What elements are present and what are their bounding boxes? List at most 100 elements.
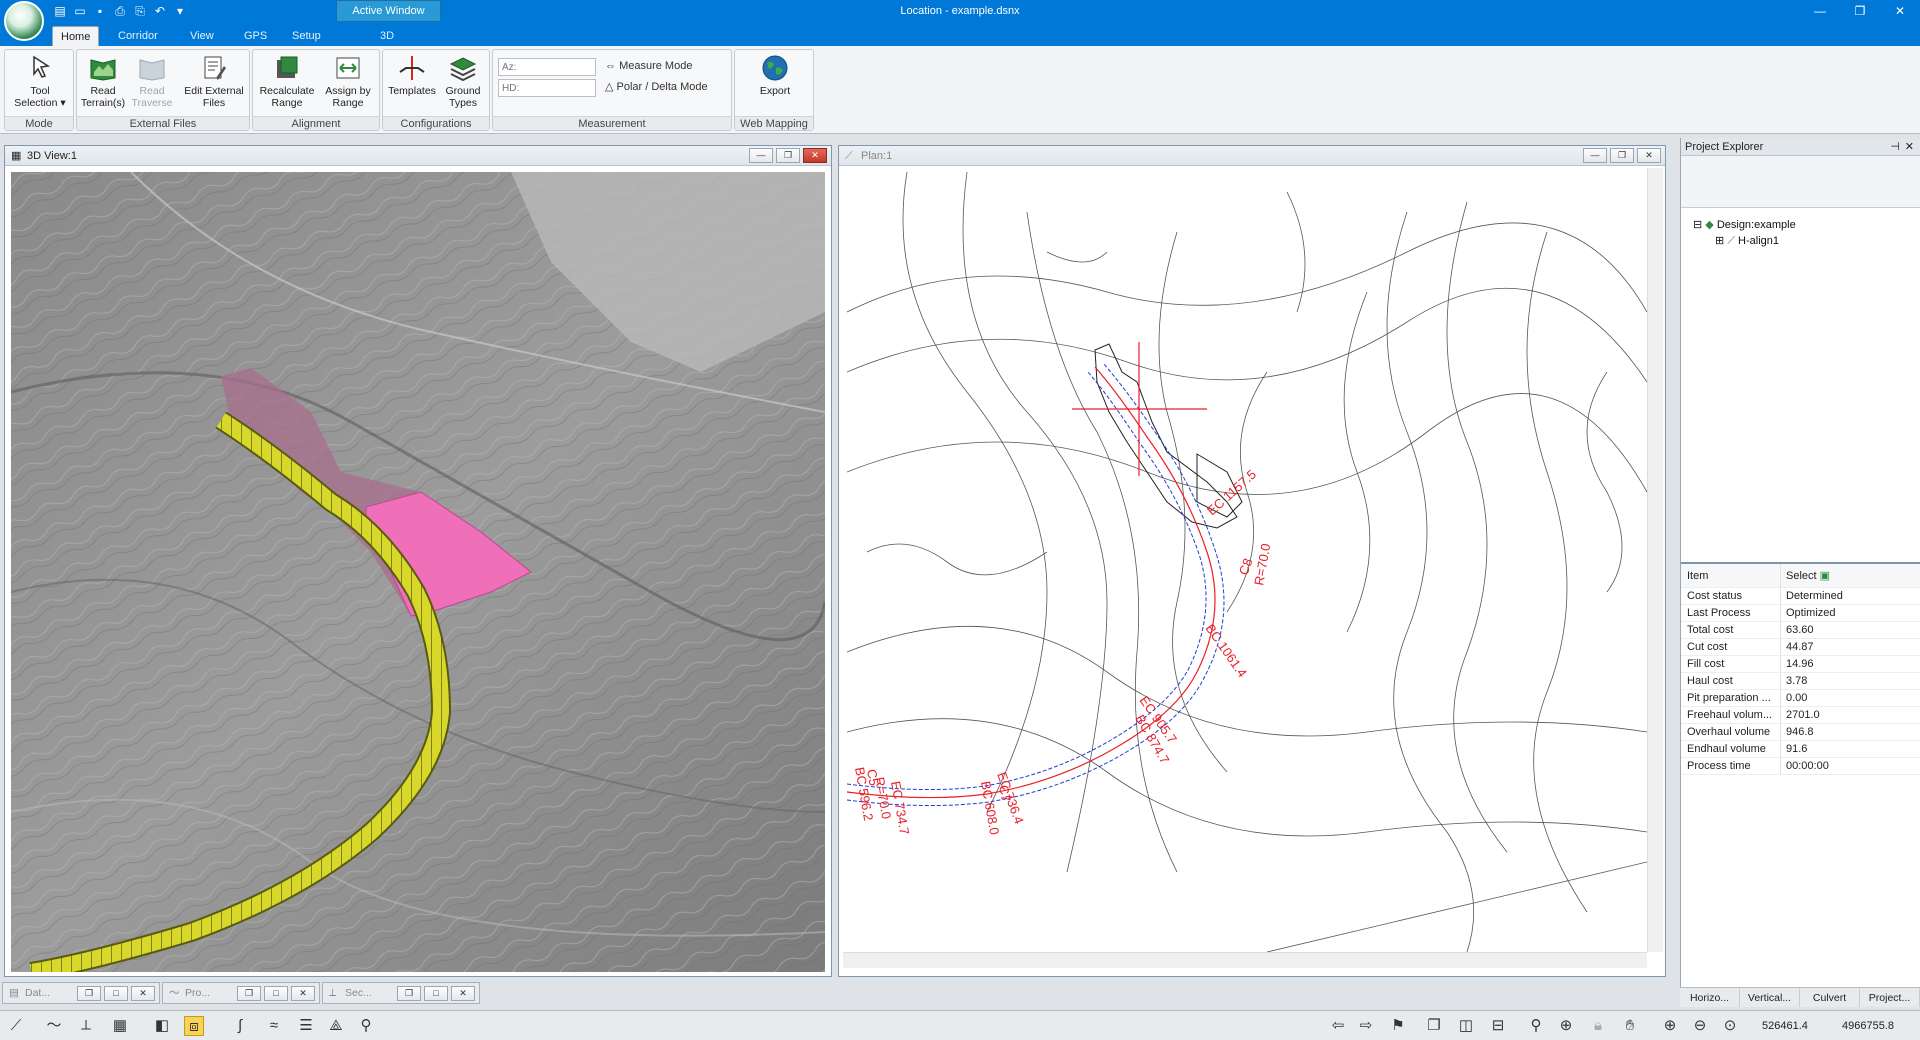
- property-row[interactable]: Last Process Optimized: [1681, 605, 1920, 622]
- plan-restore-button[interactable]: ❐: [1610, 148, 1634, 163]
- property-row[interactable]: Total cost 63.60: [1681, 622, 1920, 639]
- assign-by-range-button[interactable]: Assign by Range: [319, 52, 377, 116]
- windows-icon[interactable]: ❐: [1424, 1016, 1444, 1036]
- layout-icon[interactable]: ◧: [152, 1016, 172, 1036]
- tool-selection-button[interactable]: Tool Selection ▾: [13, 52, 67, 116]
- minimized-profile-window[interactable]: 〜 Pro... ❐ □ ✕: [162, 982, 320, 1004]
- tab-3d[interactable]: 3D: [372, 26, 402, 46]
- restore-section-button[interactable]: ❐: [397, 986, 421, 1001]
- profile-tool-icon[interactable]: 〜: [44, 1016, 64, 1036]
- view3d-canvas[interactable]: [11, 172, 825, 972]
- minimized-data-window[interactable]: ▤ Dat... ❐ □ ✕: [2, 982, 160, 1004]
- plan-canvas[interactable]: EC 1157.5 C8 R=70.0 BC 1061.4 EC 905.7 B…: [847, 172, 1647, 952]
- expand-icon[interactable]: ⊞: [1715, 235, 1724, 247]
- property-row[interactable]: Fill cost 14.96: [1681, 656, 1920, 673]
- survey-icon[interactable]: ⟁: [326, 1016, 346, 1036]
- restore-profile-button[interactable]: ❐: [237, 986, 261, 1001]
- zoom-window-icon[interactable]: ⊕: [1556, 1016, 1576, 1036]
- tab-corridor[interactable]: Corridor: [110, 26, 166, 46]
- split-horizontal-icon[interactable]: ⊟: [1488, 1016, 1508, 1036]
- view3d-window[interactable]: ▦ 3D View:1 — ❐ ✕: [4, 145, 832, 977]
- tab-home[interactable]: Home: [52, 26, 100, 46]
- polar-delta-button[interactable]: △ Polar / Delta Mode: [605, 79, 708, 95]
- collapse-icon[interactable]: ⊟: [1693, 219, 1702, 231]
- table-icon[interactable]: ▦: [110, 1016, 130, 1036]
- flag-icon[interactable]: ⚑: [1388, 1016, 1408, 1036]
- property-row[interactable]: Endhaul volume 91.6: [1681, 741, 1920, 758]
- list-icon[interactable]: ☰: [296, 1016, 316, 1036]
- ground-types-button[interactable]: Ground Types: [439, 52, 487, 116]
- property-row[interactable]: Overhaul volume 946.8: [1681, 724, 1920, 741]
- property-row[interactable]: Cut cost 44.87: [1681, 639, 1920, 656]
- measure-mode-button[interactable]: ⇔ Measure Mode: [605, 58, 692, 74]
- plan-window[interactable]: ⟋ Plan:1 — ❐ ✕ EC 1157.5 C8 R=70.0 BC 10…: [838, 145, 1666, 977]
- horizontal-distance-field[interactable]: [498, 79, 596, 97]
- plan-close-button[interactable]: ✕: [1637, 148, 1661, 163]
- maximize-section-button[interactable]: □: [424, 986, 448, 1001]
- zoom-extents-icon[interactable]: ⊙: [1720, 1016, 1740, 1036]
- tab-vertical[interactable]: Vertical...: [1740, 988, 1800, 1007]
- 3d-box-icon[interactable]: ⧈: [184, 1016, 204, 1036]
- zoom-icon[interactable]: ⚲: [1526, 1016, 1546, 1036]
- edit-external-files-button[interactable]: Edit External Files: [181, 52, 247, 116]
- close-button[interactable]: ✕: [1880, 0, 1920, 22]
- property-row[interactable]: Cost status Determined: [1681, 588, 1920, 605]
- header-select[interactable]: Select ▣: [1781, 564, 1920, 587]
- wave-icon[interactable]: ≈: [264, 1016, 284, 1036]
- read-traverse-button[interactable]: Read Traverse: [129, 52, 175, 116]
- plan-minimize-button[interactable]: —: [1583, 148, 1607, 163]
- tab-setup[interactable]: Setup: [284, 26, 329, 46]
- restore-data-button[interactable]: ❐: [77, 986, 101, 1001]
- close-profile-button[interactable]: ✕: [291, 986, 315, 1001]
- restore-button[interactable]: ❐: [1840, 0, 1880, 22]
- close-icon[interactable]: ✕: [1905, 138, 1914, 156]
- section-tool-icon[interactable]: ⟂: [76, 1016, 96, 1036]
- plan-vertical-scrollbar[interactable]: [1647, 168, 1663, 952]
- maximize-profile-button[interactable]: □: [264, 986, 288, 1001]
- pan-hand-icon[interactable]: ✋︎: [1620, 1016, 1640, 1036]
- view3d-close-button[interactable]: ✕: [803, 148, 827, 163]
- pin-icon[interactable]: ⊣: [1890, 138, 1900, 156]
- property-row[interactable]: Pit preparation ... 0.00: [1681, 690, 1920, 707]
- maximize-data-button[interactable]: □: [104, 986, 128, 1001]
- property-row[interactable]: Haul cost 3.78: [1681, 673, 1920, 690]
- property-value: 44.87: [1786, 641, 1814, 653]
- view3d-restore-button[interactable]: ❐: [776, 148, 800, 163]
- close-section-button[interactable]: ✕: [451, 986, 475, 1001]
- alignment-tool-icon[interactable]: ⟋: [6, 1016, 26, 1036]
- close-data-button[interactable]: ✕: [131, 986, 155, 1001]
- tab-project[interactable]: Project...: [1860, 988, 1920, 1007]
- azimuth-field[interactable]: [498, 58, 596, 76]
- back-arrow-icon[interactable]: ⇦: [1328, 1016, 1348, 1036]
- tab-view[interactable]: View: [182, 26, 222, 46]
- forward-arrow-icon[interactable]: ⇨: [1356, 1016, 1376, 1036]
- tree-node-design[interactable]: ⊟ ◆ Design:example: [1693, 218, 1796, 232]
- curve-icon[interactable]: ∫: [230, 1016, 250, 1036]
- read-terrain-button[interactable]: Read Terrain(s): [80, 52, 126, 116]
- tab-culvert[interactable]: Culvert: [1800, 988, 1860, 1007]
- tree-node-halign[interactable]: ⊞ ⟋ H-align1: [1715, 234, 1779, 248]
- terrain-book-icon: [90, 59, 116, 81]
- data-icon: ▤: [9, 987, 19, 999]
- zoom-out-icon[interactable]: ⊖: [1690, 1016, 1710, 1036]
- view3d-titlebar: ▦ 3D View:1 — ❐ ✕: [5, 146, 831, 166]
- recalculate-range-button[interactable]: Recalculate Range: [257, 52, 317, 116]
- coordinate-x: 526461.4: [1762, 1020, 1808, 1032]
- group-configurations-label: Configurations: [383, 116, 489, 130]
- minimize-button[interactable]: —: [1800, 0, 1840, 22]
- view3d-minimize-button[interactable]: —: [749, 148, 773, 163]
- split-vertical-icon[interactable]: ◫: [1456, 1016, 1476, 1036]
- application-menu-button[interactable]: [4, 1, 44, 41]
- tab-gps[interactable]: GPS: [236, 26, 275, 46]
- templates-button[interactable]: Templates: [387, 52, 437, 116]
- window-title: Location - example.dsnx: [900, 5, 1020, 17]
- property-row[interactable]: Freehaul volum... 2701.0: [1681, 707, 1920, 724]
- property-row[interactable]: Process time 00:00:00: [1681, 758, 1920, 775]
- export-button[interactable]: Export: [749, 52, 801, 116]
- lock-icon[interactable]: 🔒︎: [1588, 1016, 1608, 1036]
- minimized-section-window[interactable]: ⟂ Sec... ❐ □ ✕: [322, 982, 480, 1004]
- plan-horizontal-scrollbar[interactable]: [843, 952, 1647, 968]
- tab-horizontal[interactable]: Horizo...: [1680, 988, 1740, 1007]
- network-icon[interactable]: ⚲: [356, 1016, 376, 1036]
- zoom-in-icon[interactable]: ⊕: [1660, 1016, 1680, 1036]
